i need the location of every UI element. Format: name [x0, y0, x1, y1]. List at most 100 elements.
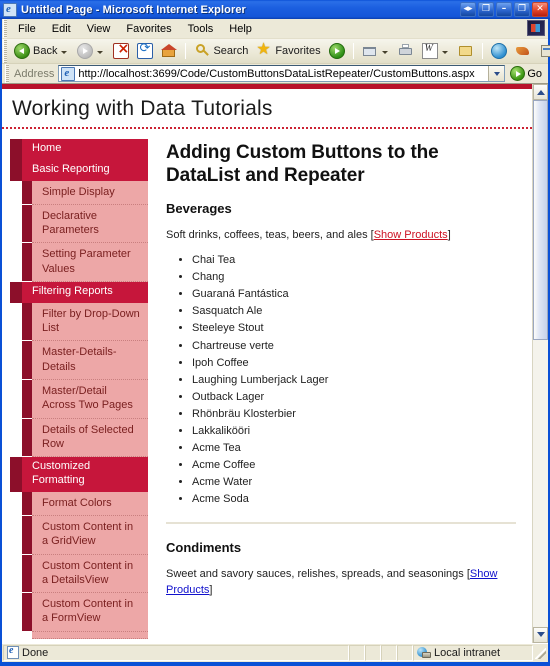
menu-file[interactable]: File: [11, 22, 43, 36]
mail-dropdown-icon[interactable]: [382, 51, 388, 54]
security-zone-pane[interactable]: Local intranet: [413, 645, 533, 661]
list-item: Laughing Lumberjack Lager: [192, 372, 516, 389]
page-header: Working with Data Tutorials: [2, 89, 532, 129]
page-viewport: Working with Data Tutorials Home Basic R…: [2, 83, 548, 643]
address-input[interactable]: http://localhost:3699/Code/CustomButtons…: [58, 65, 505, 82]
window-resize-grip[interactable]: [533, 646, 547, 660]
browser-window: Untitled Page - Microsoft Internet Explo…: [0, 0, 550, 535]
back-button[interactable]: Back: [10, 41, 73, 61]
sidebar-item-format-colors[interactable]: Format Colors: [32, 492, 148, 516]
list-item: Chang: [192, 269, 516, 286]
browser-chrome: File Edit View Favorites Tools Help Back: [0, 19, 550, 662]
scroll-up-button[interactable]: [533, 84, 548, 100]
sidebar-item-master-detail-across-two-pages[interactable]: Master/Detail Across Two Pages: [32, 380, 148, 419]
toolbar-separator-1: [185, 43, 186, 59]
go-label: Go: [527, 68, 542, 80]
sidebar-item-filtering-reports[interactable]: Filtering Reports: [22, 282, 148, 303]
sidebar-item-simple-display[interactable]: Simple Display: [32, 181, 148, 205]
sidebar-item-master-details-details[interactable]: Master-Details-Details: [32, 341, 148, 380]
restore-group-button[interactable]: ◂▸: [460, 2, 476, 17]
media-icon: [329, 43, 345, 59]
maximize-button[interactable]: ❐: [514, 2, 530, 17]
status-message: Done: [22, 647, 48, 659]
beverages-show-products-link[interactable]: Show Products: [374, 229, 448, 241]
beverages-description-text: Soft drinks, coffees, teas, beers, and a…: [166, 229, 374, 241]
search-button[interactable]: Search: [190, 41, 252, 61]
menu-view[interactable]: View: [80, 22, 118, 36]
beverages-description: Soft drinks, coffees, teas, beers, and a…: [166, 228, 516, 244]
condiments-description: Sweet and savory sauces, relishes, sprea…: [166, 567, 516, 599]
address-dropdown-button[interactable]: [488, 66, 504, 81]
scrollbar-thumb[interactable]: [533, 100, 548, 340]
sidebar-item-details-of-selected-row[interactable]: Details of Selected Row: [32, 419, 148, 458]
vertical-scrollbar[interactable]: [532, 84, 548, 643]
sidebar-item-home[interactable]: Home: [22, 139, 148, 160]
minimize-button[interactable]: –: [496, 2, 512, 17]
toolbar-separator-3: [482, 43, 483, 59]
list-item: Chai Tea: [192, 252, 516, 269]
scrollbar-track[interactable]: [533, 100, 548, 627]
condiments-category-title: Condiments: [166, 540, 516, 555]
messenger-button[interactable]: [487, 41, 511, 61]
sidebar-item-basic-reporting[interactable]: Basic Reporting: [22, 160, 148, 181]
favorites-button[interactable]: Favorites: [252, 41, 324, 61]
status-pane-1: [349, 645, 365, 661]
mail-button[interactable]: [358, 41, 394, 61]
refresh-icon: [137, 43, 153, 59]
sidebar-item-custom-content-detailsview[interactable]: Custom Content in a DetailsView: [32, 555, 148, 594]
close-button[interactable]: ✕: [532, 2, 548, 17]
ie-brand-logo: [527, 20, 545, 36]
sidebar-item-custom-content-gridview[interactable]: Custom Content in a GridView: [32, 516, 148, 555]
restore-window-glyph: ❐: [482, 4, 490, 14]
list-item: Guaraná Fantástica: [192, 286, 516, 303]
sidebar-item-customized-formatting[interactable]: Customized Formatting: [22, 457, 148, 492]
ie-page-icon: [3, 3, 17, 17]
go-button[interactable]: Go: [505, 66, 546, 81]
refresh-button[interactable]: [133, 41, 157, 61]
research-button[interactable]: [535, 41, 550, 61]
beverages-description-close: ]: [448, 229, 451, 241]
web-page: Working with Data Tutorials Home Basic R…: [2, 84, 532, 643]
forward-dropdown-icon[interactable]: [97, 51, 103, 54]
edit-word-icon: [422, 43, 438, 59]
home-button[interactable]: [157, 41, 181, 61]
notes-button[interactable]: [454, 41, 478, 61]
research-icon: [539, 43, 550, 59]
list-item: Sasquatch Ale: [192, 303, 516, 320]
address-url-text: http://localhost:3699/Code/CustomButtons…: [78, 68, 488, 80]
stop-button[interactable]: [109, 41, 133, 61]
back-dropdown-icon[interactable]: [61, 51, 67, 54]
print-button[interactable]: [394, 41, 418, 61]
media-button[interactable]: [325, 41, 349, 61]
sidebar-item-declarative-parameters[interactable]: Declarative Parameters: [32, 205, 148, 244]
list-item: Acme Coffee: [192, 457, 516, 474]
sidebar-item-setting-parameter-values[interactable]: Setting Parameter Values: [32, 243, 148, 282]
msn-button[interactable]: [511, 41, 535, 61]
close-icon: ✕: [536, 4, 544, 14]
addressbar-gripper[interactable]: [5, 64, 9, 83]
status-pane-2: [365, 645, 381, 661]
menu-favorites[interactable]: Favorites: [119, 22, 178, 36]
toolbar-gripper[interactable]: [3, 39, 7, 63]
back-icon: [14, 43, 30, 59]
sidebar-item-filter-by-drop-down-list[interactable]: Filter by Drop-Down List: [32, 303, 148, 342]
list-item: Acme Tea: [192, 440, 516, 457]
menubar-gripper[interactable]: [3, 19, 7, 38]
sidebar-item-next-clipped[interactable]: [32, 632, 148, 639]
page-done-icon: [7, 646, 19, 659]
edit-word-button[interactable]: [418, 41, 454, 61]
restore-window-button[interactable]: ❐: [478, 2, 494, 17]
menu-help[interactable]: Help: [222, 22, 259, 36]
forward-button[interactable]: [73, 41, 109, 61]
scroll-down-button[interactable]: [533, 627, 548, 643]
sidebar-item-custom-content-formview[interactable]: Custom Content in a FormView: [32, 593, 148, 632]
menu-tools[interactable]: Tools: [181, 22, 221, 36]
edit-dropdown-icon[interactable]: [442, 51, 448, 54]
condiments-description-close: ]: [209, 584, 212, 596]
stop-icon: [113, 43, 129, 59]
condiments-description-text: Sweet and savory sauces, relishes, sprea…: [166, 568, 470, 580]
list-item: Acme Soda: [192, 491, 516, 508]
window-title: Untitled Page - Microsoft Internet Explo…: [21, 4, 460, 16]
menu-edit[interactable]: Edit: [45, 22, 78, 36]
toolbar-separator-2: [353, 43, 354, 59]
